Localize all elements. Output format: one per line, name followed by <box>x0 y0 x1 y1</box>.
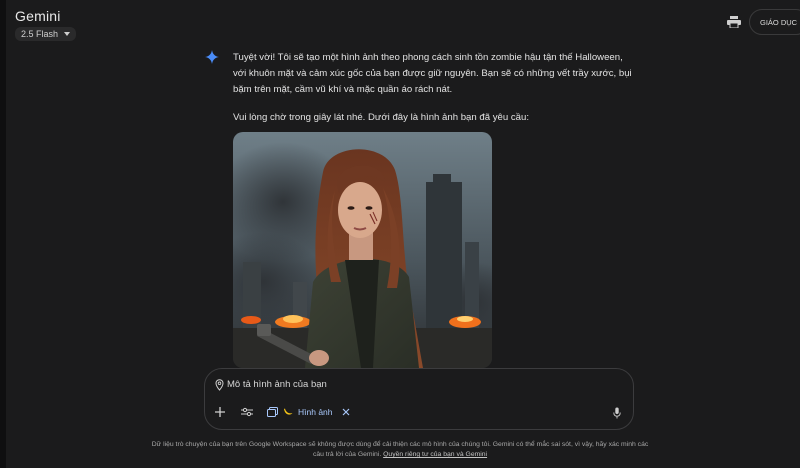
banana-icon <box>284 408 293 415</box>
sparkle-icon <box>205 50 219 64</box>
model-selector[interactable]: 2.5 Flash <box>15 27 77 41</box>
model-response: Tuyệt vời! Tôi sẽ tạo một hình ảnh theo … <box>233 50 633 138</box>
app-frame: Gemini 2.5 Flash GIÁO DỤC Tuyệt vời! Tôi… <box>0 0 800 468</box>
prompt-input[interactable]: Mô tả hình ảnh của bạn <box>227 379 327 390</box>
footer-disclaimer: Dữ liệu trò chuyện của bạn trên Google W… <box>150 440 650 460</box>
response-paragraph-1: Tuyệt vời! Tôi sẽ tạo một hình ảnh theo … <box>233 52 632 95</box>
education-label: GIÁO DỤC <box>760 17 798 27</box>
image-tool-label: Hình ảnh <box>298 407 333 417</box>
prompt-composer[interactable]: Mô tả hình ảnh của bạn Hình ảnh <box>204 368 634 430</box>
generated-image[interactable] <box>233 132 492 368</box>
left-edge-strip <box>0 0 6 468</box>
education-badge-button[interactable]: GIÁO DỤC <box>749 9 800 35</box>
close-icon[interactable] <box>342 408 350 416</box>
app-title: Gemini <box>15 8 61 24</box>
model-label: 2.5 Flash <box>21 29 59 39</box>
privacy-link[interactable]: Quyền riêng tư của bạn và Gemini <box>383 451 487 458</box>
location-pin-icon <box>215 379 224 391</box>
mic-icon[interactable] <box>613 407 621 419</box>
chevron-down-icon <box>64 32 71 36</box>
image-gallery-icon <box>267 407 278 417</box>
printer-icon[interactable] <box>727 16 741 28</box>
image-tool-chip[interactable]: Hình ảnh <box>267 404 350 420</box>
response-paragraph-2: Vui lòng chờ trong giây lát nhé. Dưới đâ… <box>233 112 529 123</box>
plus-icon[interactable] <box>215 407 225 417</box>
tune-icon[interactable] <box>241 407 253 417</box>
